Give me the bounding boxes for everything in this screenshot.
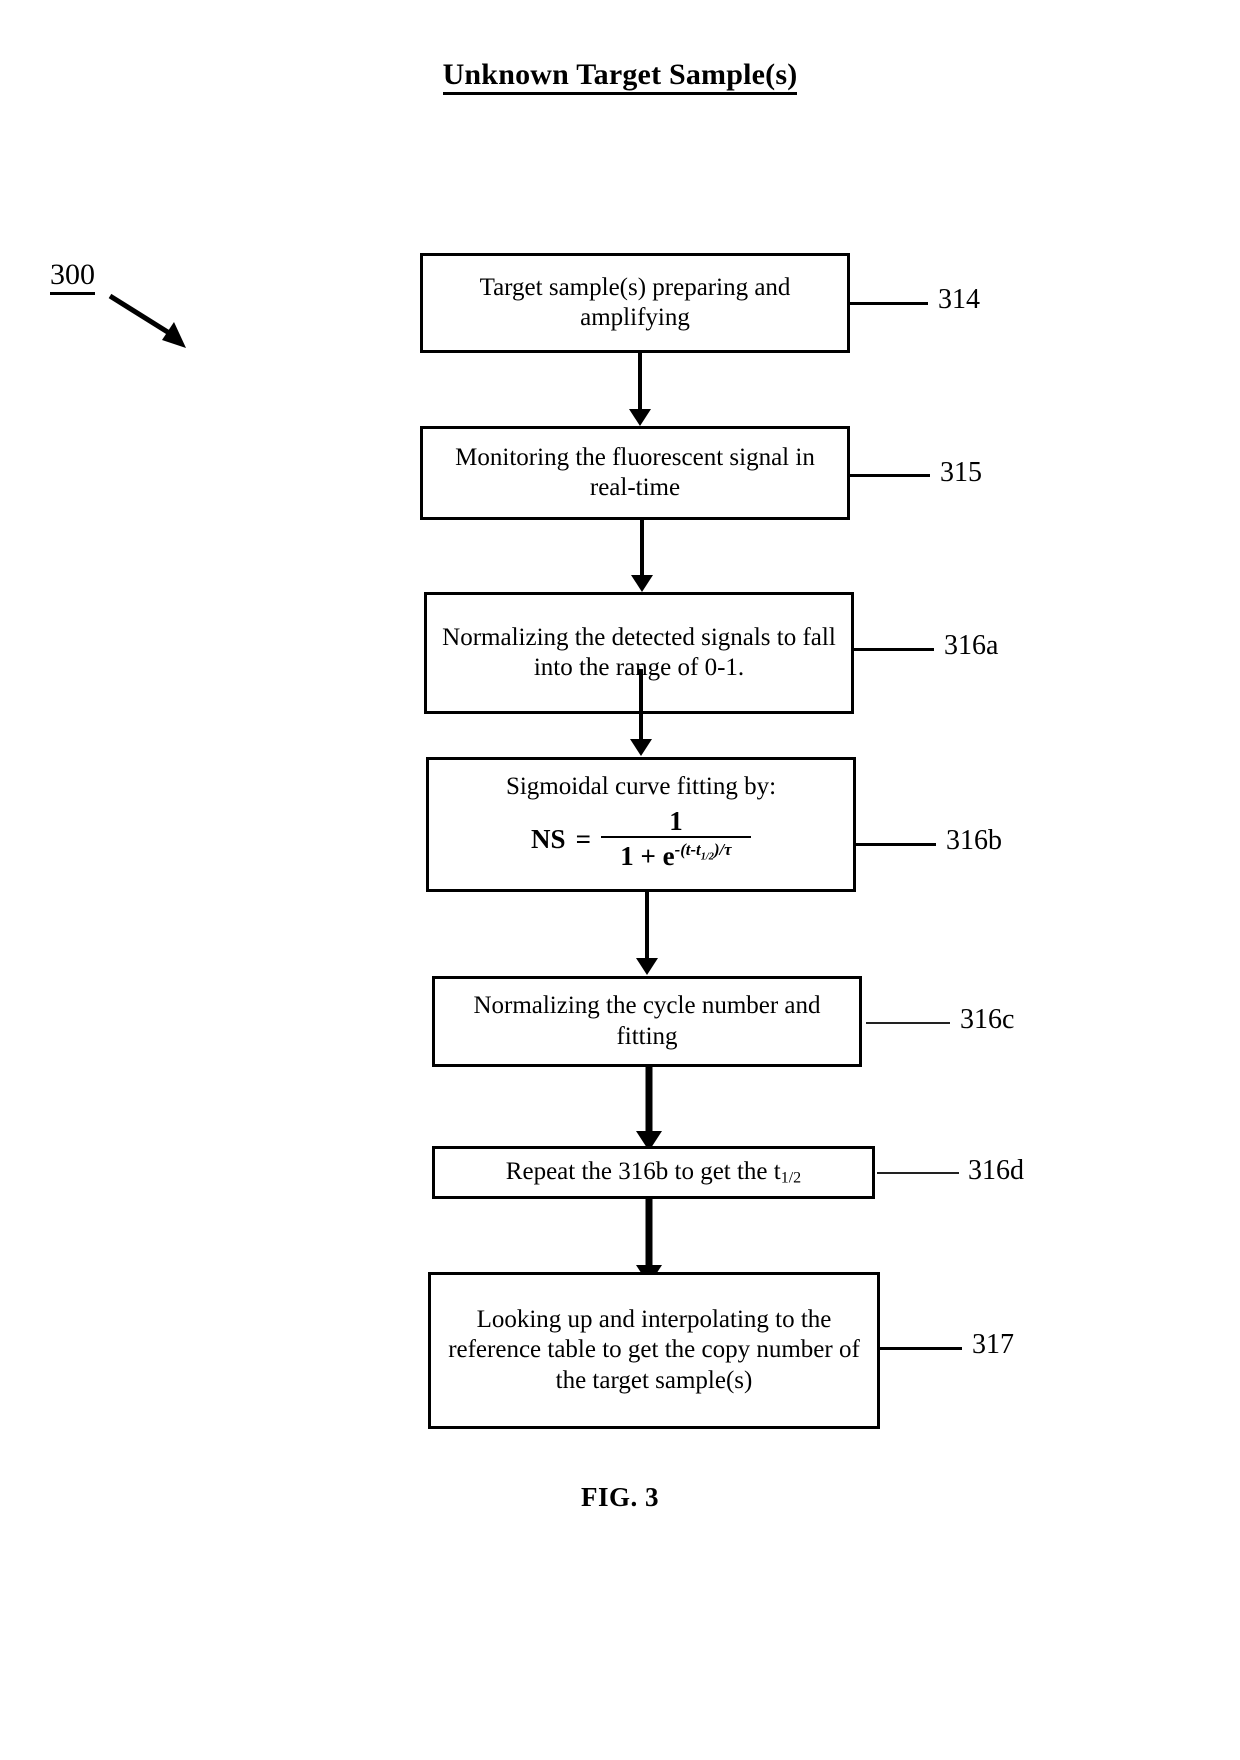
formula-exponent: -(t-t1/2)/τ <box>674 839 732 863</box>
flow-arrow-316b-to-316c <box>634 892 660 976</box>
figure-title: Unknown Target Sample(s) <box>0 58 1240 95</box>
flow-arrow-316a-to-316b <box>628 669 654 757</box>
process-box-316d-text: Repeat the 316b to get the t <box>505 1157 781 1185</box>
leader-line-316d <box>877 1172 959 1174</box>
leader-line-315 <box>850 474 930 477</box>
process-box-317-label: Looking up and interpolating to the refe… <box>448 1305 860 1394</box>
diagram-reference-300: 300 <box>50 258 95 295</box>
formula-denominator: 1 + e-(t-t1/2)/τ <box>614 838 737 872</box>
leader-line-317 <box>880 1347 962 1350</box>
process-box-316d-label: Repeat the 316b to get the t1/2 <box>445 1157 862 1188</box>
process-box-316c[interactable]: Normalizing the cycle number and fitting <box>432 976 862 1067</box>
reference-number-316c: 316c <box>960 1004 1015 1035</box>
leader-line-316b <box>856 843 936 846</box>
reference-number-315: 315 <box>940 457 982 488</box>
formula-exponent-sub: 1/2 <box>700 851 714 863</box>
reference-number-316b: 316b <box>946 825 1002 856</box>
leader-line-316a <box>854 648 934 651</box>
formula-exponent-tau: τ <box>724 839 732 859</box>
diagram-reference-arrow-icon <box>108 293 186 348</box>
diagram-reference-300-text: 300 <box>50 258 95 295</box>
flow-arrow-314-to-315 <box>627 353 653 426</box>
formula-denominator-base: 1 + e <box>620 840 675 871</box>
reference-number-316a: 316a <box>944 630 999 661</box>
patent-figure-page: Unknown Target Sample(s) 300 Target samp… <box>0 0 1240 1760</box>
process-box-315-label: Monitoring the fluorescent signal in rea… <box>455 443 815 502</box>
formula-exponent-tail: )/ <box>713 839 725 859</box>
process-box-316d[interactable]: Repeat the 316b to get the t1/2 <box>432 1146 875 1199</box>
reference-number-317: 317 <box>972 1329 1014 1360</box>
formula-exponent-head: -(t-t <box>674 839 701 859</box>
figure-title-text: Unknown Target Sample(s) <box>442 58 798 95</box>
process-box-316b-label: Sigmoidal curve fitting by: <box>505 773 777 800</box>
leader-line-316c <box>866 1022 950 1024</box>
reference-number-316d: 316d <box>968 1155 1024 1186</box>
process-box-314[interactable]: Target sample(s) preparing and amplifyin… <box>420 253 850 353</box>
sigmoidal-formula: NS = 1 1 + e-(t-t1/2)/τ <box>531 805 751 872</box>
flow-arrow-316c-to-316d <box>636 1067 662 1151</box>
process-box-316d-subscript: 1/2 <box>780 1169 802 1187</box>
process-box-316b[interactable]: Sigmoidal curve fitting by: NS = 1 1 + e… <box>426 757 856 892</box>
process-box-315[interactable]: Monitoring the fluorescent signal in rea… <box>420 426 850 520</box>
formula-equals: = <box>575 823 591 854</box>
formula-numerator: 1 <box>669 805 683 836</box>
process-box-317[interactable]: Looking up and interpolating to the refe… <box>428 1272 880 1429</box>
process-box-314-label: Target sample(s) preparing and amplifyin… <box>479 273 791 332</box>
reference-number-314: 314 <box>938 284 980 315</box>
figure-caption: FIG. 3 <box>580 1482 659 1512</box>
leader-line-314 <box>850 302 928 305</box>
flow-arrow-315-to-316a <box>629 520 655 592</box>
process-box-316c-label: Normalizing the cycle number and fitting <box>473 992 821 1050</box>
formula-lhs: NS <box>531 823 566 854</box>
